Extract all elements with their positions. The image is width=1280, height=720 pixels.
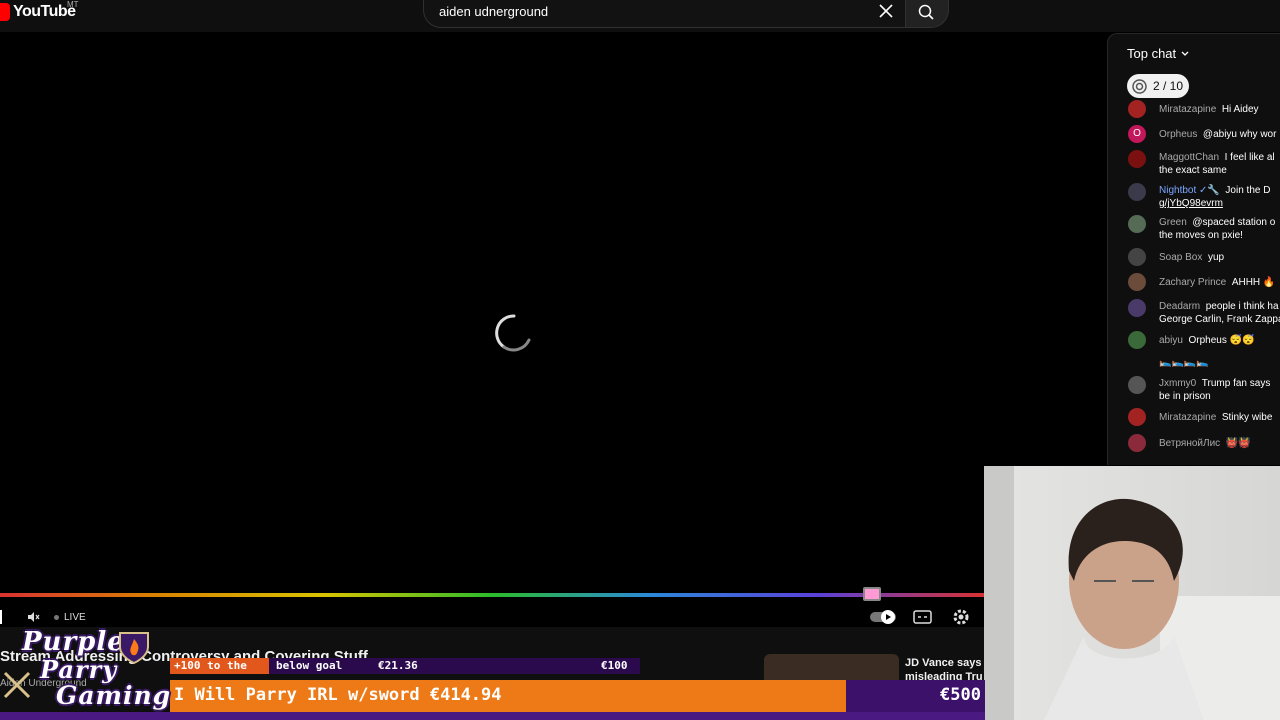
- ticker-target: €100: [601, 659, 628, 672]
- chevron-down-icon: [1181, 51, 1189, 56]
- chat-author[interactable]: Orpheus @abiyu why wor: [1159, 128, 1276, 141]
- main-goal-label: I Will Parry IRL w/sword €414.94: [174, 685, 502, 705]
- autoplay-toggle[interactable]: [870, 610, 896, 624]
- play-pause-button[interactable]: [0, 610, 2, 624]
- chat-author[interactable]: MaggottChan I feel like al: [1159, 151, 1275, 164]
- chat-author[interactable]: ВетрянойЛис 👹👹: [1159, 437, 1251, 450]
- brand-line-3: Gaming: [56, 681, 172, 710]
- chat-link[interactable]: g/jYbQ98evrm: [1159, 197, 1223, 210]
- chat-author[interactable]: Zachary Prince AHHH 🔥: [1159, 276, 1275, 289]
- avatar[interactable]: [1128, 150, 1146, 168]
- logo-country-code: MT: [67, 0, 79, 9]
- chat-author[interactable]: Miratazapine Stinky wibe: [1159, 411, 1272, 424]
- youtube-logo[interactable]: YouTube: [0, 0, 76, 24]
- avatar[interactable]: [1128, 100, 1146, 118]
- ticker-amount: €21.36: [378, 659, 418, 672]
- live-dot-icon: [54, 614, 59, 620]
- captions-icon[interactable]: [913, 610, 932, 624]
- live-chat-panel: Top chat 2 / 10 Miratazapine Hi Aidey O …: [1107, 33, 1280, 465]
- avatar[interactable]: [1128, 273, 1146, 291]
- ticker-prefix: +100 to the: [174, 659, 247, 672]
- chat-author[interactable]: Green @spaced station o: [1159, 216, 1275, 229]
- ticker-goal: below goal: [276, 659, 343, 672]
- chat-author[interactable]: Jxmmy0 Trump fan says: [1159, 377, 1270, 390]
- avatar[interactable]: O: [1128, 125, 1146, 143]
- settings-gear-icon[interactable]: [953, 609, 969, 625]
- avatar[interactable]: [1128, 376, 1146, 394]
- chat-text-continued: the exact same: [1159, 165, 1227, 176]
- close-icon[interactable]: [877, 2, 895, 20]
- search-input[interactable]: aiden udnerground: [439, 4, 548, 19]
- avatar[interactable]: [1128, 434, 1146, 452]
- avatar[interactable]: [1128, 215, 1146, 233]
- live-badge[interactable]: LIVE: [64, 612, 86, 623]
- progress-bar[interactable]: [0, 593, 985, 597]
- webcam-overlay: [984, 466, 1280, 720]
- shield-flame-icon: [119, 632, 149, 665]
- youtube-play-icon: [0, 3, 10, 21]
- brand-line-2: Parry: [40, 655, 118, 684]
- left-controls: LIVE: [0, 607, 86, 627]
- chat-author[interactable]: Soap Box yup: [1159, 251, 1224, 264]
- avatar[interactable]: [1128, 248, 1146, 266]
- avatar[interactable]: [1128, 331, 1146, 349]
- volume-icon[interactable]: [26, 610, 40, 624]
- brand-line-1: Purple: [22, 627, 125, 657]
- main-goal-bar: I Will Parry IRL w/sword €414.94 €500: [170, 680, 985, 712]
- chat-mode-label: Top chat: [1127, 46, 1177, 61]
- avatar[interactable]: [1128, 299, 1146, 317]
- search-box[interactable]: aiden udnerground: [423, 0, 906, 28]
- loading-spinner-icon: [495, 314, 531, 352]
- streamer-figure: [1044, 498, 1204, 720]
- emoji-row: 🛌🛌🛌🛌: [1159, 357, 1209, 368]
- nightbot-avatar[interactable]: [1128, 183, 1146, 201]
- small-goal-bar: +100 to the below goal €21.36 €100: [170, 658, 640, 674]
- right-controls: [870, 609, 969, 625]
- webcam-door: [984, 466, 1016, 720]
- avatar[interactable]: [1128, 408, 1146, 426]
- target-icon: [1132, 78, 1147, 94]
- search-button[interactable]: [906, 0, 949, 28]
- main-goal-target: €500: [940, 685, 981, 705]
- chat-mode-dropdown[interactable]: Top chat: [1127, 46, 1190, 61]
- suggested-title-line1: JD Vance says: [905, 657, 982, 669]
- crossed-swords-icon: [3, 671, 31, 699]
- chat-author[interactable]: Nightbot ✓🔧 Join the D: [1159, 184, 1270, 197]
- chat-author[interactable]: Deadarm people i think ha: [1159, 300, 1279, 313]
- masthead: YouTube MT aiden udnerground: [0, 0, 1280, 32]
- chat-text-continued: George Carlin, Frank Zappa: [1159, 314, 1280, 325]
- chat-text-continued: be in prison: [1159, 391, 1211, 402]
- video-player[interactable]: LIVE: [0, 32, 985, 627]
- chat-text-continued: the moves on pxie!: [1159, 230, 1243, 241]
- search-icon: [918, 4, 934, 20]
- chat-goal-pill[interactable]: 2 / 10: [1127, 74, 1189, 98]
- goal-pill-text: 2 / 10: [1153, 79, 1184, 93]
- chat-author[interactable]: abiyu Orpheus 😴😴: [1159, 334, 1255, 347]
- chat-author[interactable]: Miratazapine Hi Aidey: [1159, 103, 1259, 116]
- scrubber-handle[interactable]: [863, 587, 881, 601]
